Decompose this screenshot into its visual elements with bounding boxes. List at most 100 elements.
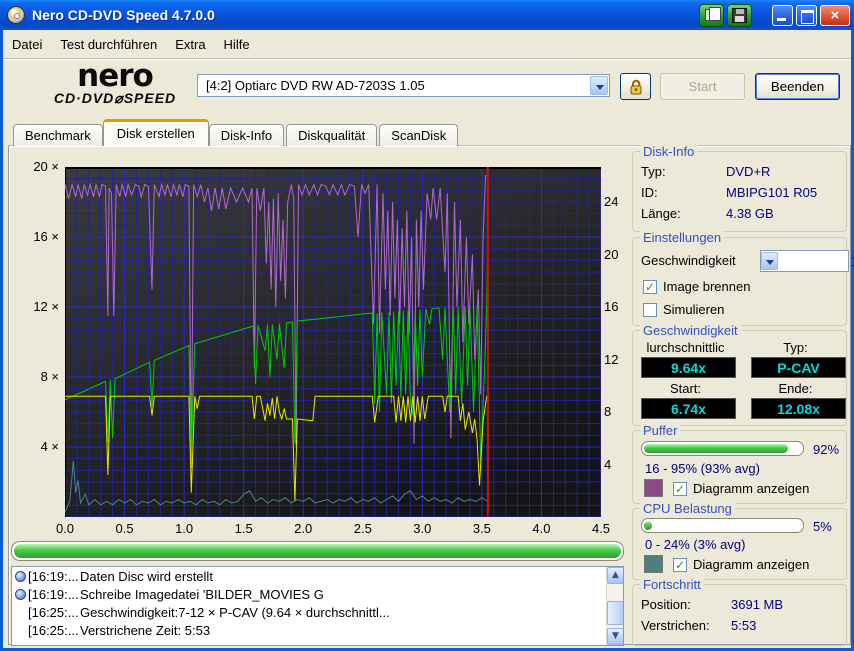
burn-image-checkbox-row[interactable]: ✓ Image brennen: [643, 279, 750, 294]
checkbox[interactable]: ✓: [673, 557, 687, 572]
chevron-down-icon[interactable]: [761, 252, 778, 270]
speed-select[interactable]: 16.0 ×: [760, 250, 854, 272]
log-entry: [16:25:... Verstrichene Zeit: 5:53: [12, 621, 623, 639]
lock-tray-button[interactable]: [620, 73, 651, 100]
speed-type-label: Typ:: [783, 340, 808, 355]
simulate-checkbox-row[interactable]: Simulieren: [643, 302, 724, 317]
row-label: Verstrichen:: [641, 618, 710, 633]
scrollbar-thumb[interactable]: [607, 601, 623, 625]
left-axis-tick: 12 ×: [33, 299, 59, 314]
log-entry: [16:25:... Geschwindigkeit:7-12 × P-CAV (…: [12, 603, 623, 621]
menu-bar: Datei Test durchführen Extra Hilfe: [3, 30, 851, 58]
log-text: Geschwindigkeit:7-12 × P-CAV (9.64 × dur…: [80, 604, 390, 620]
tab-strip: Benchmark Disk erstellen Disk-Info Diskqual…: [13, 118, 460, 146]
right-axis-tick: 16: [604, 299, 619, 315]
cpu-diagram-checkbox-row[interactable]: ✓ Diagramm anzeigen: [673, 557, 809, 572]
row-value: 3691 MB: [731, 597, 784, 612]
copy-button[interactable]: [699, 4, 724, 27]
log-text: Daten Disc wird erstellt: [80, 568, 213, 584]
group-buffer: Puffer 92% 16 - 95% (93% avg) ✓ Diagramm…: [632, 423, 847, 504]
buffer-range: 16 - 95% (93% avg): [645, 461, 760, 476]
x-axis-tick: 3.5: [472, 521, 491, 536]
log-timestamp: [16:19:...: [28, 568, 79, 584]
x-axis-tick: 2.5: [353, 521, 372, 536]
menu-item-extra[interactable]: Extra: [166, 33, 214, 56]
right-axis-tick: 24: [604, 194, 619, 210]
group-settings-title: Einstellungen: [640, 230, 725, 245]
maximize-button[interactable]: [796, 5, 817, 26]
tab-disk-info[interactable]: Disk-Info: [208, 124, 285, 146]
burn-progress-bar: [11, 541, 624, 561]
x-axis-tick: 0.5: [115, 521, 134, 536]
padlock-icon: [630, 79, 641, 94]
logo-line1: nero: [77, 58, 154, 94]
log-entry: [16:19:... Schreibe Imagedatei 'BILDER_MO…: [12, 585, 623, 603]
group-cpu-title: CPU Belastung: [640, 501, 735, 516]
row-label: Länge:: [641, 206, 681, 221]
cpu-load-bar: [641, 518, 804, 533]
cpu-load-fill: [644, 521, 652, 530]
group-settings: Einstellungen Geschwindigkeit 16.0 × ✓ I…: [632, 230, 854, 326]
save-icon: [732, 8, 747, 23]
quit-button[interactable]: Beenden: [755, 73, 840, 100]
checkbox[interactable]: ✓: [643, 279, 657, 294]
start-button[interactable]: Start: [660, 73, 745, 100]
log-text: Schreibe Imagedatei 'BILDER_MOVIES G: [80, 586, 324, 602]
x-axis-tick: 1.0: [175, 521, 194, 536]
burn-image-label: Image brennen: [663, 279, 751, 294]
tab-scandisk[interactable]: ScanDisk: [379, 124, 459, 146]
menu-item-hilfe[interactable]: Hilfe: [215, 33, 259, 56]
row-value: 4.38 GB: [726, 206, 774, 221]
info-row: ID: MBIPG101 R05: [641, 185, 817, 200]
scroll-up-icon[interactable]: ▲: [607, 567, 623, 584]
checkbox[interactable]: [643, 302, 657, 317]
row-label: ID:: [641, 185, 658, 200]
copy-icon: [705, 7, 721, 21]
info-row: Typ: DVD+R: [641, 164, 770, 179]
simulate-label: Simulieren: [663, 302, 725, 317]
burn-progress-fill: [14, 544, 621, 558]
info-row: Länge: 4.38 GB: [641, 206, 774, 221]
x-axis-tick: 4.0: [532, 521, 551, 536]
group-speed-title: Geschwindigkeit: [640, 323, 741, 338]
tab-benchmark[interactable]: Benchmark: [13, 124, 103, 146]
scroll-down-icon[interactable]: ▼: [607, 628, 623, 645]
window-title: Nero CD-DVD Speed 4.7.0.0: [32, 7, 215, 23]
group-buffer-title: Puffer: [640, 423, 681, 438]
left-axis-tick: 4 ×: [40, 439, 59, 454]
speed-select-label: Geschwindigkeit: [641, 253, 736, 268]
log-scrollbar[interactable]: ▲ ▼: [606, 567, 623, 645]
group-cpu: CPU Belastung 5% 0 - 24% (3% avg) ✓ Diag…: [632, 501, 847, 580]
row-value: 5:53: [731, 618, 757, 633]
right-axis-tick: 4: [604, 456, 612, 472]
end-speed-label: Ende:: [778, 381, 813, 396]
tab-diskqualit-t[interactable]: Diskqualität: [286, 124, 378, 146]
avg-speed-label: lurchschnittlic: [646, 340, 725, 355]
tab-disk-erstellen[interactable]: Disk erstellen: [102, 119, 209, 146]
status-log[interactable]: [16:19:... Daten Disc wird erstellt [16:19…: [11, 566, 624, 646]
row-label: Position:: [641, 597, 691, 612]
save-button[interactable]: [727, 4, 752, 27]
info-row: Position: 3691 MB: [641, 597, 783, 612]
cpu-color-swatch: [644, 555, 663, 573]
buffer-diagram-checkbox-row[interactable]: ✓ Diagramm anzeigen: [673, 481, 809, 496]
log-timestamp: [16:19:...: [28, 586, 79, 602]
title-bar: Nero CD-DVD Speed 4.7.0.0 ×: [0, 0, 854, 30]
group-disk-info: Disk-Info Typ: DVD+R ID: MBIPG101 R05 Länge:…: [632, 144, 847, 232]
menu-item-datei[interactable]: Datei: [3, 33, 51, 56]
nero-logo: nero CD·DVD⌀SPEED: [35, 58, 195, 107]
buffer-level-fill: [644, 444, 789, 453]
chevron-down-icon[interactable]: [590, 76, 608, 95]
close-button[interactable]: ×: [820, 5, 850, 26]
row-value: DVD+R: [726, 164, 771, 179]
drive-select-value: [4:2] Optiarc DVD RW AD-7203S 1.05: [206, 78, 425, 93]
drive-select[interactable]: [4:2] Optiarc DVD RW AD-7203S 1.05: [197, 74, 610, 97]
cpu-diagram-label: Diagramm anzeigen: [693, 557, 810, 572]
left-axis-tick: 8 ×: [40, 369, 59, 384]
minimize-button[interactable]: [772, 5, 793, 26]
row-value: MBIPG101 R05: [726, 185, 818, 200]
x-axis-tick: 4.5: [591, 521, 611, 536]
checkbox[interactable]: ✓: [673, 481, 687, 496]
menu-item-test-durchf-hren[interactable]: Test durchführen: [51, 33, 166, 56]
disc-info-icon: [15, 570, 26, 582]
